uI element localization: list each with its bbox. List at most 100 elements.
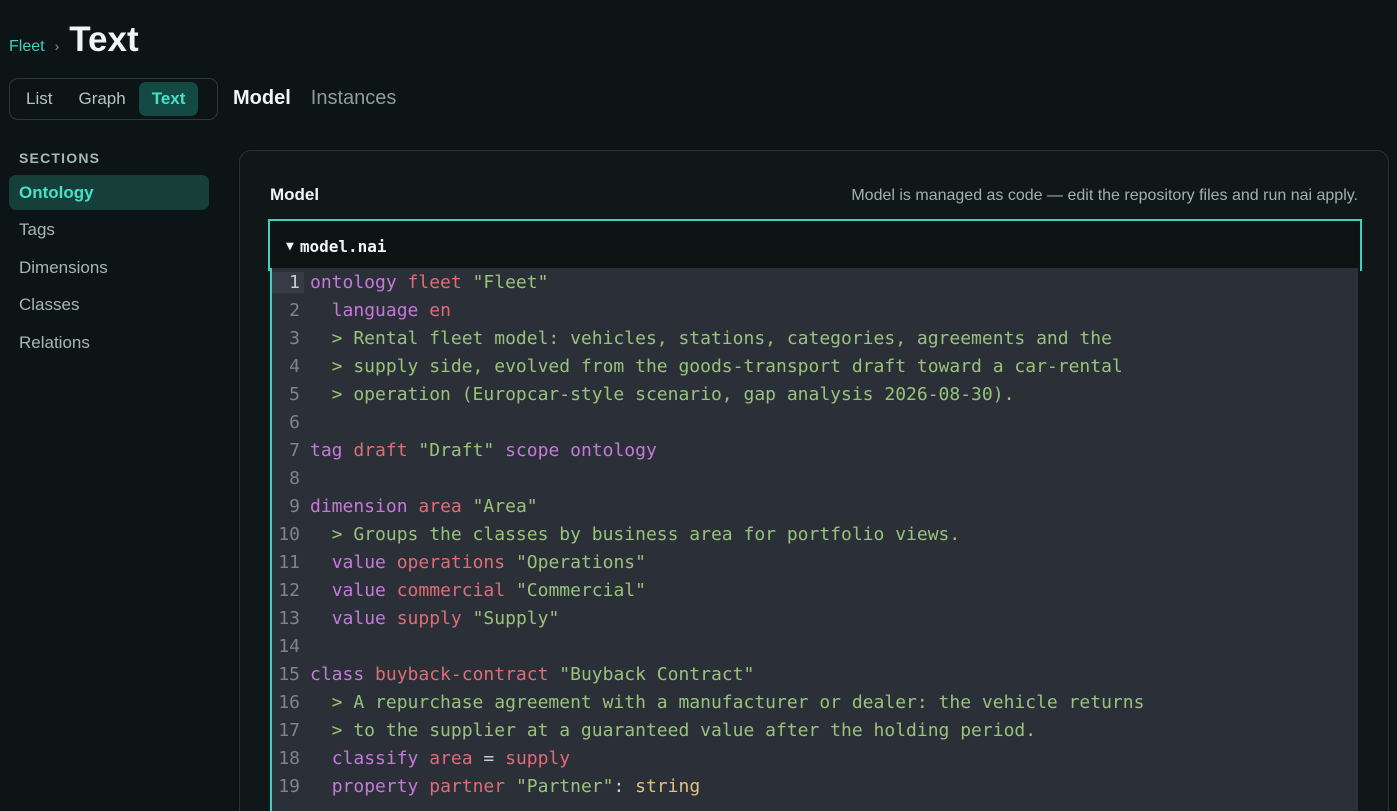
code-token: supply bbox=[505, 747, 571, 769]
code-text: value supply "Supply" bbox=[304, 607, 560, 629]
code-text: > Rental fleet model: vehicles, stations… bbox=[304, 328, 1112, 349]
code-line: 9 dimension area "Area" bbox=[272, 492, 1358, 520]
code-line: 19 property partner "Partner": string bbox=[272, 772, 1358, 800]
file-block: ▼ model.nai 1 ontology fleet "Fleet" 2 lan… bbox=[268, 219, 1362, 811]
code-line: 2 language en bbox=[272, 296, 1358, 324]
tab-model[interactable]: Model bbox=[233, 87, 291, 110]
code-text: value operations "Operations" bbox=[304, 552, 646, 573]
panel-title: Model bbox=[270, 185, 320, 204]
sidebar-item-relations[interactable]: Relations bbox=[9, 325, 209, 360]
panel-header: Model Model is managed as code — edit th… bbox=[270, 185, 1358, 205]
sections-sidebar: SECTIONS Ontology Tags Dimensions Classe… bbox=[9, 150, 209, 363]
code-token: "Operations" bbox=[515, 551, 646, 573]
file-header[interactable]: ▼ model.nai bbox=[268, 219, 1362, 271]
line-number: 11 bbox=[278, 551, 300, 573]
code-line: 10 > Groups the classes by business area… bbox=[272, 520, 1358, 548]
code-token: > A repurchase agreement with a manufact… bbox=[310, 691, 1145, 713]
code-line: 6 bbox=[272, 408, 1358, 436]
code-text: property partner "Partner": string bbox=[304, 776, 701, 797]
code-token: classify bbox=[331, 747, 419, 769]
line-number: 15 bbox=[278, 663, 300, 685]
code-text: > to the supplier at a guaranteed value … bbox=[304, 720, 1036, 741]
code-text: ontology fleet "Fleet" bbox=[304, 272, 548, 293]
code-text: value commercial "Commercial" bbox=[304, 580, 646, 601]
sidebar-item-tags[interactable]: Tags bbox=[9, 213, 209, 248]
view-tab-list[interactable]: List bbox=[13, 82, 65, 116]
code-token: > supply side, evolved from the goods-tr… bbox=[310, 355, 1123, 377]
line-number: 12 bbox=[278, 579, 300, 601]
code-line: 17 > to the supplier at a guaranteed val… bbox=[272, 716, 1358, 744]
code-text: classify area = supply bbox=[304, 748, 570, 769]
view-tab-graph[interactable]: Graph bbox=[65, 82, 138, 116]
breadcrumb: Fleet › Text bbox=[9, 20, 139, 60]
code-text: > Groups the classes by business area fo… bbox=[304, 523, 961, 545]
line-number: 14 bbox=[278, 635, 300, 657]
code-token: dimension bbox=[310, 495, 408, 517]
code-token: language bbox=[331, 299, 419, 321]
code-token: supply bbox=[396, 607, 462, 629]
breadcrumb-separator: › bbox=[54, 38, 60, 54]
code-token: > to the supplier at a guaranteed value … bbox=[310, 719, 1037, 741]
code-token: > Groups the classes by business area fo… bbox=[310, 523, 961, 545]
code-line: 7 tag draft "Draft" scope ontology bbox=[272, 436, 1358, 464]
line-number: 18 bbox=[278, 747, 300, 769]
file-name: model.nai bbox=[299, 236, 387, 256]
code-line: 8 bbox=[272, 464, 1358, 492]
code-token: buyback-contract bbox=[375, 663, 549, 685]
sidebar-item-ontology[interactable]: Ontology bbox=[9, 175, 209, 210]
line-number: 16 bbox=[278, 691, 300, 713]
code-text: class buyback-contract "Buyback Contract… bbox=[304, 664, 754, 685]
line-number: 4 bbox=[289, 355, 300, 377]
code-token: > operation (Europcar-style scenario, ga… bbox=[310, 383, 1015, 405]
code-token: value bbox=[331, 579, 386, 601]
code-token: class bbox=[310, 663, 365, 685]
code-line: 3 > Rental fleet model: vehicles, statio… bbox=[272, 324, 1358, 352]
tab-instances[interactable]: Instances bbox=[311, 87, 397, 110]
sidebar-item-dimensions[interactable]: Dimensions bbox=[9, 250, 209, 285]
code-line: 5 > operation (Europcar-style scenario, … bbox=[272, 380, 1358, 408]
code-text: > A repurchase agreement with a manufact… bbox=[304, 691, 1145, 713]
expand-triangle-icon[interactable]: ▼ bbox=[286, 239, 294, 254]
code-editor[interactable]: 1 ontology fleet "Fleet" 2 language en 3 > … bbox=[270, 268, 1358, 811]
line-number: 7 bbox=[289, 439, 300, 461]
view-tab-text[interactable]: Text bbox=[138, 82, 199, 116]
line-number: 17 bbox=[278, 719, 300, 741]
code-token: draft bbox=[353, 439, 408, 461]
line-number: 13 bbox=[278, 607, 300, 629]
code-token: commercial bbox=[396, 579, 506, 601]
code-line: 11 value operations "Operations" bbox=[272, 548, 1358, 576]
code-line: 18 classify area = supply bbox=[272, 744, 1358, 772]
panel-note: Model is managed as code — edit the repo… bbox=[851, 187, 1358, 204]
sidebar-item-classes[interactable]: Classes bbox=[9, 288, 209, 323]
code-token: value bbox=[331, 607, 386, 629]
line-number: 10 bbox=[278, 523, 300, 545]
code-text: dimension area "Area" bbox=[304, 496, 538, 517]
line-number: 9 bbox=[289, 495, 300, 517]
code-text: language en bbox=[304, 300, 451, 321]
code-line: 1 ontology fleet "Fleet" bbox=[272, 268, 1358, 296]
code-line: 12 value commercial "Commercial" bbox=[272, 576, 1358, 604]
line-number: 3 bbox=[289, 327, 300, 349]
code-token: "Area" bbox=[472, 495, 538, 517]
code-line: 13 value supply "Supply" bbox=[272, 604, 1358, 632]
code-token: "Supply" bbox=[472, 607, 560, 629]
code-line: 4 > supply side, evolved from the goods-… bbox=[272, 352, 1358, 380]
code-token: area bbox=[418, 495, 462, 517]
breadcrumb-link-fleet[interactable]: Fleet bbox=[9, 38, 45, 56]
code-token: value bbox=[331, 551, 386, 573]
